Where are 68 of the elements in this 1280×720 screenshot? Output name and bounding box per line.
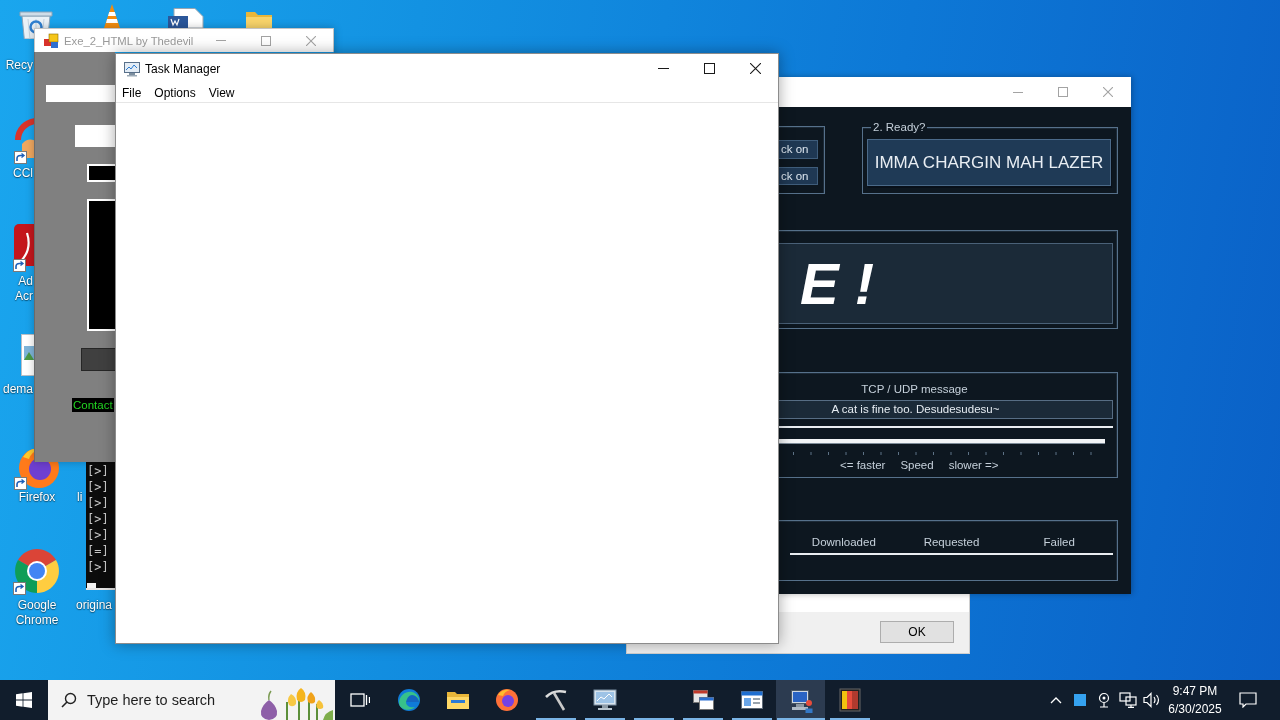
input-field[interactable] (46, 85, 115, 102)
text-field[interactable] (87, 164, 115, 182)
maximize-icon (260, 35, 271, 46)
app-icon (43, 32, 59, 49)
console-line: [>] (87, 495, 109, 511)
window-title: Task Manager (145, 61, 221, 76)
traffic-cone-icon[interactable] (102, 4, 122, 28)
console-line: [>] (87, 527, 109, 543)
task-view-icon (349, 691, 370, 709)
monitor-icon (591, 688, 618, 712)
window-title: Exe_2_HTML by Thedevil (64, 34, 194, 47)
console-line: [=] (87, 543, 109, 559)
minimize-icon (215, 40, 226, 41)
pickaxe-icon (543, 688, 568, 712)
search-icon (61, 692, 77, 708)
close-icon (1102, 87, 1113, 97)
close-icon (749, 63, 761, 74)
network-icon (1119, 692, 1137, 708)
app-tile-icon (838, 688, 861, 712)
taskbar-button[interactable] (776, 680, 825, 720)
lock-on-button[interactable]: ck on (779, 140, 818, 159)
ok-button[interactable]: OK (880, 621, 954, 643)
console-line: [>] (87, 559, 109, 575)
window-stack-icon (690, 688, 715, 712)
maximize-icon (1057, 87, 1068, 97)
search-input[interactable]: Type here to search (87, 692, 247, 708)
menu-item[interactable]: File (117, 83, 147, 102)
minimize-icon (1012, 91, 1023, 93)
column-header: Requested (922, 536, 981, 549)
slider-track[interactable] (779, 439, 1105, 444)
clock-button[interactable]: 9:47 PM 6/30/2025 (1164, 680, 1226, 720)
device-icon (1097, 692, 1111, 708)
window-icon (739, 690, 764, 710)
notification-icon (1239, 692, 1257, 708)
menu-item[interactable]: View (203, 83, 240, 102)
folder-icon (445, 690, 470, 710)
column-header: Downloaded (810, 536, 877, 549)
minimize-icon (657, 68, 669, 69)
browser-icon (494, 688, 519, 712)
image-file-icon[interactable] (20, 334, 34, 376)
console-line: [>] (87, 511, 109, 527)
close-icon (305, 35, 316, 46)
document-icon[interactable] (168, 8, 204, 28)
menu-item[interactable]: Options (149, 83, 201, 102)
input-field[interactable] (75, 125, 115, 147)
group-legend: 2. Ready? (871, 121, 928, 134)
browser-icon (396, 688, 421, 712)
field-label: TCP / UDP message (860, 383, 969, 396)
console-line: [>] (87, 479, 109, 495)
console-line: [>] (87, 463, 109, 479)
text-area[interactable] (87, 199, 115, 331)
slider-label: <= faster (840, 459, 886, 472)
speaker-icon (1143, 692, 1161, 708)
contact-link[interactable]: Contact (72, 398, 114, 412)
browser-icon[interactable] (13, 547, 61, 595)
slider-label: Speed (900, 459, 934, 472)
lock-on-button[interactable]: ck on (779, 166, 818, 185)
charge-button[interactable]: IMMA CHARGIN MAH LAZER (867, 139, 1111, 186)
maximize-icon (703, 63, 715, 74)
monitor-graph-icon (123, 60, 141, 77)
chevron-up-icon (1050, 696, 1062, 704)
target-display: E ! (779, 243, 1113, 324)
slider-label: slower => (948, 459, 999, 472)
message-field[interactable]: A cat is fine too. Desudesudesu~ (779, 400, 1113, 419)
tray-app-icon (1074, 694, 1086, 706)
app-shortcut-icon[interactable] (13, 224, 34, 272)
column-header: Failed (1042, 536, 1076, 549)
windows-logo-icon (16, 692, 32, 708)
